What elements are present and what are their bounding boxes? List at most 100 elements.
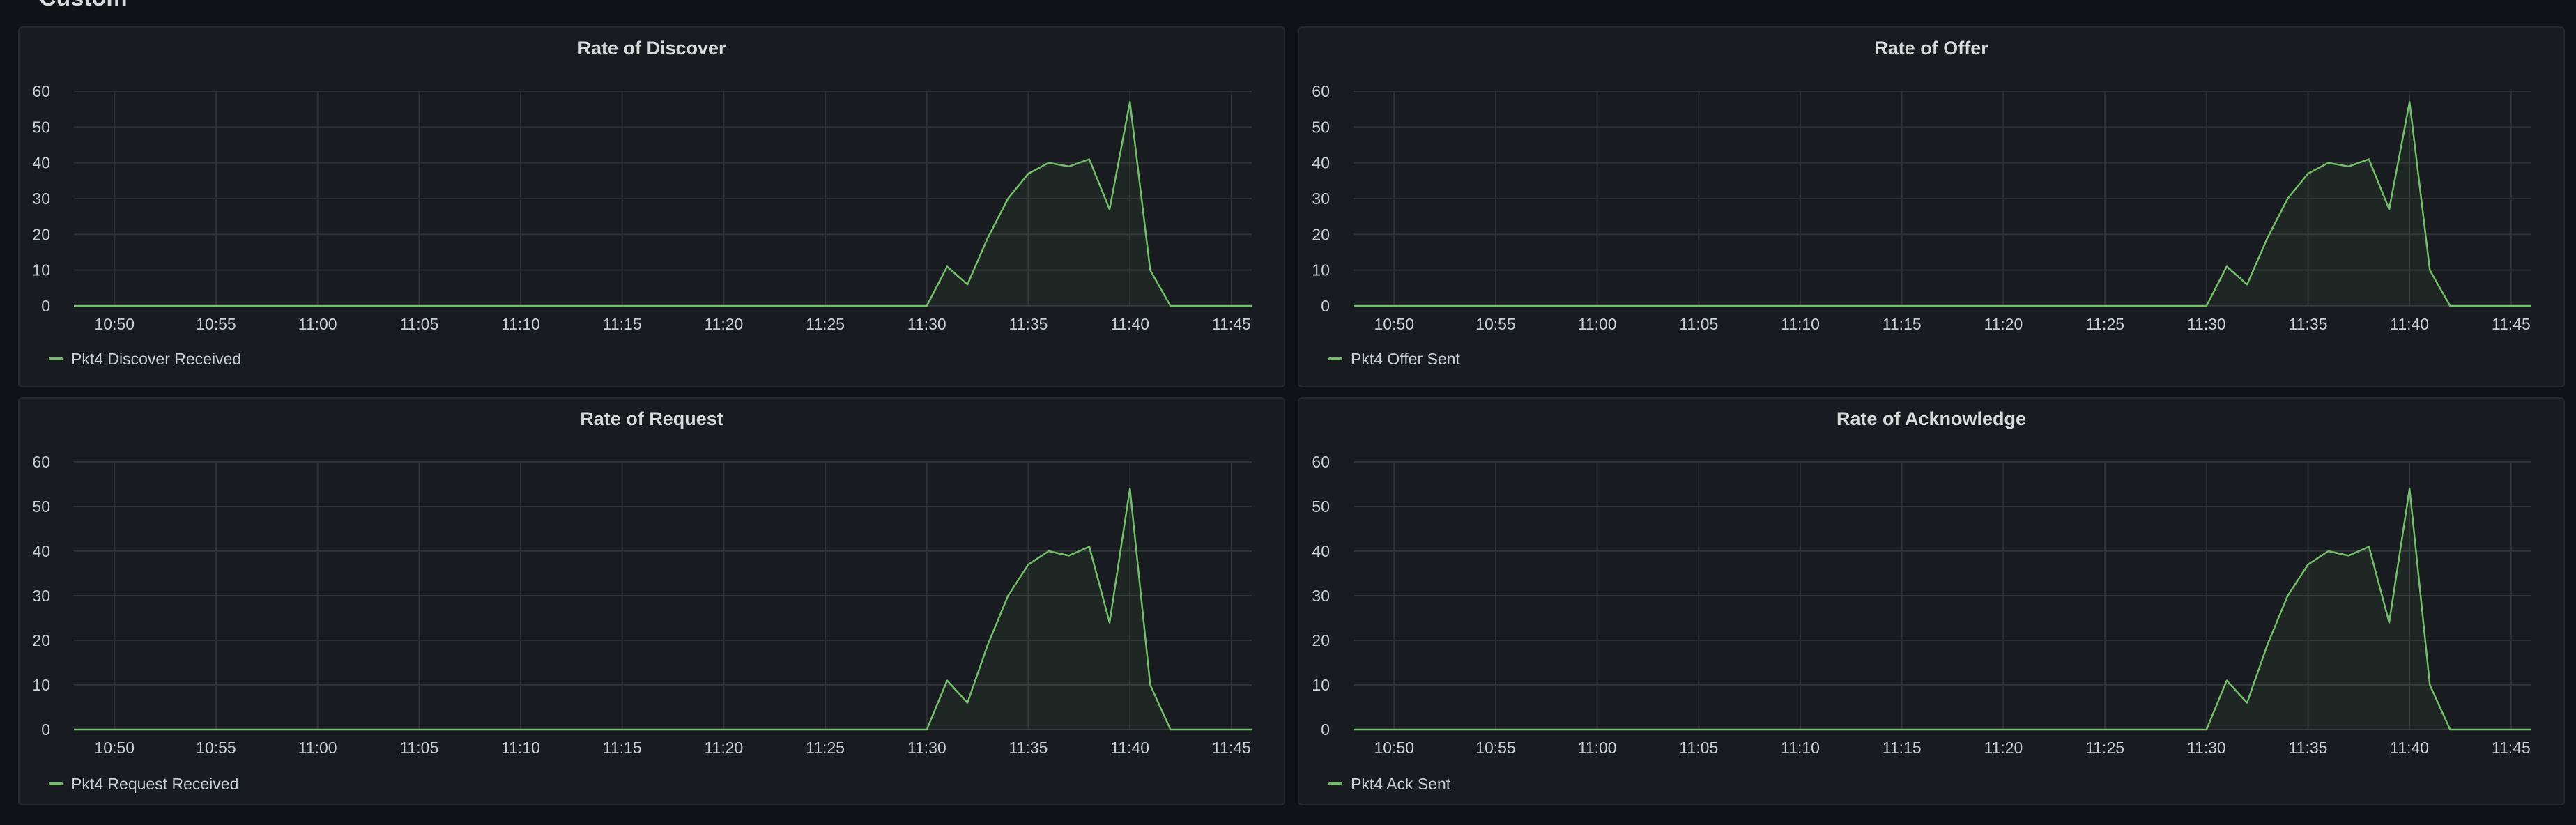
y-tick-label: 40 <box>32 542 50 560</box>
x-tick-label: 11:45 <box>1212 739 1251 757</box>
x-tick-label: 11:20 <box>1984 739 2023 757</box>
y-tick-label: 40 <box>1312 542 1330 560</box>
y-tick-label: 40 <box>1312 154 1330 172</box>
y-tick-label: 10 <box>32 261 50 279</box>
x-tick-label: 11:20 <box>1984 315 2023 333</box>
x-tick-label: 10:50 <box>94 739 135 757</box>
panel-rate-of-discover[interactable]: Rate of Discover 0 10 20 30 40 50 60 10:50 10:55… <box>18 26 1285 387</box>
y-tick-label: 30 <box>1312 587 1330 605</box>
x-tick-label: 11:25 <box>2085 739 2124 757</box>
x-tick-label: 11:35 <box>1009 739 1048 757</box>
y-tick-label: 40 <box>32 154 50 172</box>
y-tick-label: 50 <box>1312 118 1330 136</box>
x-tick-label: 11:45 <box>2492 739 2531 757</box>
x-tick-label: 11:20 <box>704 739 743 757</box>
x-tick-label: 11:00 <box>298 315 337 333</box>
x-tick-label: 11:25 <box>806 739 845 757</box>
x-tick-label: 11:20 <box>704 315 743 333</box>
y-tick-label: 50 <box>32 118 50 136</box>
chart-offer: 0 10 20 30 40 50 60 10:50 10:55 11:00 11:05 11:10 11… <box>1312 82 2531 333</box>
y-tick-label: 0 <box>1321 297 1330 315</box>
x-tick-label: 11:35 <box>1009 315 1048 333</box>
x-tick-label: 10:50 <box>94 315 135 333</box>
legend-swatch <box>49 357 63 360</box>
y-tick-label: 50 <box>1312 498 1330 516</box>
y-tick-label: 0 <box>1321 720 1330 739</box>
x-tick-label: 11:40 <box>1110 739 1149 757</box>
legend-label: Pkt4 Ack Sent <box>1351 774 1451 793</box>
y-tick-label: 0 <box>41 297 50 315</box>
legend-swatch <box>1328 357 1342 360</box>
x-tick-label: 11:05 <box>1679 739 1718 757</box>
legend-label: Pkt4 Discover Received <box>71 349 242 368</box>
panel-rate-of-acknowledge[interactable]: Rate of Acknowledge 0 10 20 30 40 50 60 10:50 10… <box>1298 397 2565 805</box>
x-tick-label: 11:40 <box>2390 739 2429 757</box>
y-tick-label: 10 <box>1312 261 1330 279</box>
x-tick-label: 10:55 <box>1475 315 1516 333</box>
legend-label: Pkt4 Offer Sent <box>1351 349 1460 368</box>
x-tick-label: 11:40 <box>1110 315 1149 333</box>
x-tick-label: 11:30 <box>2187 739 2226 757</box>
y-tick-label: 30 <box>1312 190 1330 208</box>
chart-request: 0 10 20 30 40 50 60 10:50 10:55 11:00 11:05 11:10 11… <box>32 453 1252 757</box>
y-tick-label: 20 <box>32 225 50 243</box>
x-tick-label: 10:55 <box>1475 739 1516 757</box>
legend-label: Pkt4 Request Received <box>71 774 239 793</box>
x-tick-label: 11:15 <box>603 315 642 333</box>
x-tick-label: 10:50 <box>1374 315 1414 333</box>
legend-item[interactable]: Pkt4 Request Received <box>49 773 238 794</box>
x-tick-label: 11:10 <box>1781 739 1820 757</box>
x-tick-label: 11:35 <box>2289 739 2328 757</box>
y-tick-label: 30 <box>32 587 50 605</box>
legend-item[interactable]: Pkt4 Discover Received <box>49 348 241 369</box>
y-tick-label: 60 <box>32 82 50 100</box>
x-tick-label: 11:05 <box>1679 315 1718 333</box>
series-area-fill <box>74 102 1252 306</box>
y-tick-label: 60 <box>1312 453 1330 471</box>
x-tick-label: 11:45 <box>1212 315 1251 333</box>
legend-item[interactable]: Pkt4 Offer Sent <box>1328 348 1460 369</box>
x-tick-label: 11:30 <box>907 739 946 757</box>
y-tick-label: 10 <box>32 676 50 694</box>
chart-acknowledge: 0 10 20 30 40 50 60 10:50 10:55 11:00 11:05 11:10 11… <box>1312 453 2531 757</box>
x-tick-label: 11:30 <box>907 315 946 333</box>
x-tick-label: 11:00 <box>1578 739 1617 757</box>
y-tick-label: 60 <box>32 453 50 471</box>
x-tick-label: 11:05 <box>399 739 438 757</box>
panel-rate-of-offer[interactable]: Rate of Offer 0 10 20 30 40 50 60 10:50 10:55 11:… <box>1298 26 2565 387</box>
x-tick-label: 11:30 <box>2187 315 2226 333</box>
legend-swatch <box>49 782 63 785</box>
x-tick-label: 11:15 <box>1883 315 1922 333</box>
y-tick-label: 10 <box>1312 676 1330 694</box>
y-tick-label: 20 <box>32 631 50 649</box>
row-title[interactable]: Custom <box>39 0 128 12</box>
x-tick-label: 11:45 <box>2492 315 2531 333</box>
series-area-fill <box>74 488 1252 730</box>
x-tick-label: 10:55 <box>196 739 236 757</box>
y-tick-label: 0 <box>41 720 50 739</box>
x-tick-label: 10:55 <box>196 315 236 333</box>
y-tick-label: 50 <box>32 498 50 516</box>
x-tick-label: 11:10 <box>501 739 540 757</box>
series-area-fill <box>1354 102 2531 306</box>
panel-rate-of-request[interactable]: Rate of Request 0 10 20 30 40 50 60 10:50 10:55 1… <box>18 397 1285 805</box>
x-tick-label: 11:15 <box>1883 739 1922 757</box>
chart-discover: 0 10 20 30 40 50 60 10:50 10:55 11:00 11:05 11:10 11… <box>32 82 1252 333</box>
x-tick-label: 11:00 <box>1578 315 1617 333</box>
x-tick-label: 11:15 <box>603 739 642 757</box>
x-tick-label: 11:40 <box>2390 315 2429 333</box>
x-tick-label: 11:10 <box>1781 315 1820 333</box>
legend-item[interactable]: Pkt4 Ack Sent <box>1328 773 1450 794</box>
x-tick-label: 11:25 <box>806 315 845 333</box>
y-tick-label: 20 <box>1312 631 1330 649</box>
x-tick-label: 11:10 <box>501 315 540 333</box>
x-tick-label: 11:05 <box>399 315 438 333</box>
x-tick-label: 10:50 <box>1374 739 1414 757</box>
series-area-fill <box>1354 488 2531 730</box>
y-tick-label: 60 <box>1312 82 1330 100</box>
x-tick-label: 11:25 <box>2085 315 2124 333</box>
legend-swatch <box>1328 782 1342 785</box>
x-tick-label: 11:35 <box>2289 315 2328 333</box>
y-tick-label: 20 <box>1312 225 1330 243</box>
y-tick-label: 30 <box>32 190 50 208</box>
